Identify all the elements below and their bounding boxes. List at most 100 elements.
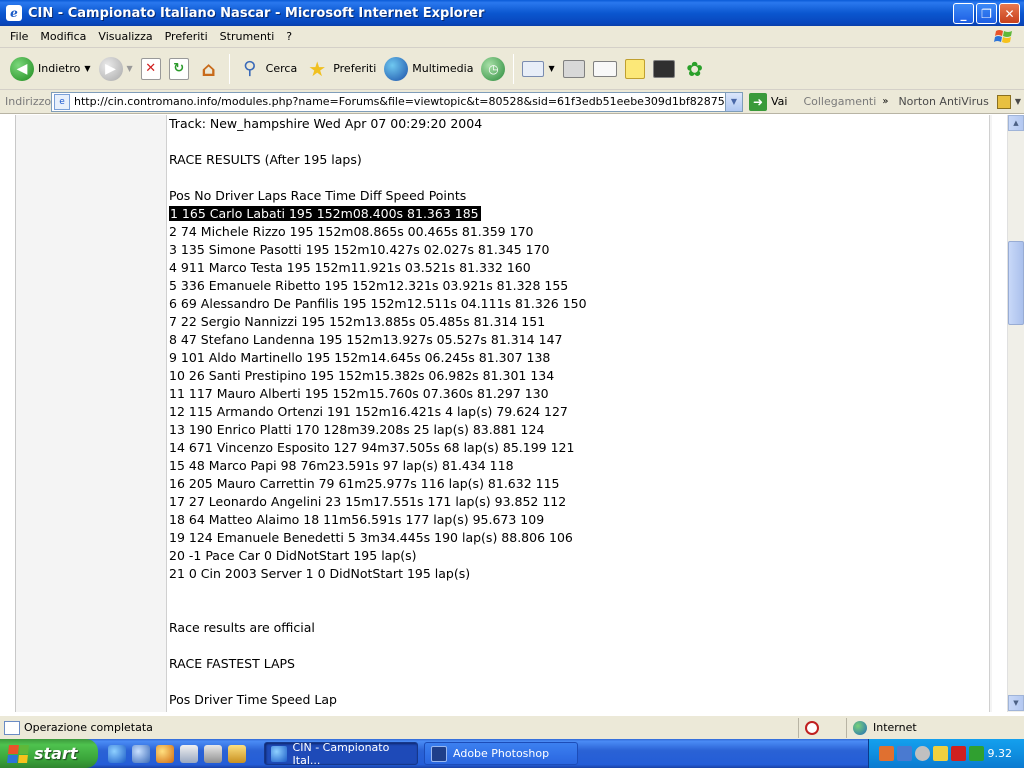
post-line: 11 117 Mauro Alberti 195 152m15.760s 07.… — [169, 385, 969, 403]
stop-icon: ✕ — [140, 57, 161, 80]
post-line-text: 4 911 Marco Testa 195 152m11.921s 03.521… — [169, 260, 531, 275]
search-icon: ⚲ — [243, 58, 257, 79]
scroll-down-button[interactable]: ▼ — [1008, 695, 1024, 711]
links-button[interactable]: Collegamenti — [803, 95, 876, 108]
post-line-text: Race results are official — [169, 620, 315, 635]
tray-disk-icon[interactable] — [915, 746, 930, 761]
page-content: Track: New_hampshire Wed Apr 07 00:29:20… — [0, 115, 1007, 712]
menu-help[interactable]: ? — [280, 30, 298, 43]
start-button[interactable]: start — [0, 739, 98, 768]
post-line: 21 0 Cin 2003 Server 1 0 DidNotStart 195… — [169, 565, 969, 583]
norton-label: Norton AntiVirus — [898, 95, 989, 108]
chevron-right-icon[interactable]: » — [882, 96, 888, 107]
forward-dropdown-icon[interactable]: ▼ — [127, 64, 133, 73]
address-label: Indirizzo — [5, 95, 52, 108]
post-line-text: 12 115 Armando Ortenzi 191 152m16.421s 4… — [169, 404, 568, 419]
post-line: Pos No Driver Laps Race Time Diff Speed … — [169, 187, 969, 205]
show-desktop-quicklaunch-icon[interactable] — [180, 744, 198, 763]
post-line — [169, 583, 969, 601]
menu-visualizza[interactable]: Visualizza — [92, 30, 158, 43]
network-quicklaunch-icon[interactable] — [204, 744, 222, 763]
menu-preferiti[interactable]: Preferiti — [159, 30, 214, 43]
edit-button[interactable] — [589, 51, 621, 87]
page-icon: e — [54, 93, 70, 110]
tray-network-icon[interactable] — [897, 746, 912, 761]
post-line-text: 21 0 Cin 2003 Server 1 0 DidNotStart 195… — [169, 566, 471, 581]
post-line-text: 19 124 Emanuele Benedetti 5 3m34.445s 19… — [169, 530, 573, 545]
back-dropdown-icon[interactable]: ▼ — [84, 64, 90, 73]
scroll-thumb[interactable] — [1008, 241, 1024, 325]
address-dropdown-icon[interactable]: ▼ — [725, 92, 742, 111]
post-line: 13 190 Enrico Platti 170 128m39.208s 25 … — [169, 421, 969, 439]
title-bar: e CIN - Campionato Italiano Nascar - Mic… — [0, 0, 1024, 26]
mail-button[interactable]: ▼ — [518, 51, 558, 87]
post-line-text: 11 117 Mauro Alberti 195 152m15.760s 07.… — [169, 386, 549, 401]
outlook-quicklaunch-icon[interactable] — [132, 744, 150, 763]
post-line — [169, 637, 969, 655]
tray-app-icon[interactable] — [879, 746, 894, 761]
internet-globe-icon — [853, 720, 867, 735]
refresh-button[interactable]: ↻ — [165, 51, 193, 87]
post-line: 8 47 Stefano Landenna 195 152m13.927s 05… — [169, 331, 969, 349]
back-arrow-icon: ◀ — [10, 56, 34, 81]
tray-battery-icon[interactable] — [969, 746, 984, 761]
task-label: CIN - Campionato Ital... — [292, 740, 390, 767]
go-arrow-icon: ➜ — [749, 92, 767, 111]
favorites-button[interactable]: ★ Preferiti — [301, 51, 380, 87]
post-line-text: Pos No Driver Laps Race Time Diff Speed … — [169, 188, 467, 203]
window-controls: _ ❐ ✕ — [953, 3, 1020, 24]
icq-flower-icon: ✿ — [686, 56, 703, 81]
maximize-button[interactable]: ❐ — [976, 3, 997, 24]
back-button[interactable]: ◀ Indietro ▼ — [6, 51, 95, 87]
norton-dropdown-icon[interactable]: ▼ — [1015, 97, 1021, 106]
post-line: 1 165 Carlo Labati 195 152m08.400s 81.36… — [169, 205, 969, 223]
go-button[interactable]: ➜ Vai — [749, 92, 787, 111]
privacy-icon[interactable] — [805, 720, 819, 735]
media-label: Multimedia — [412, 62, 474, 75]
vertical-scrollbar[interactable]: ▲ ▼ — [1007, 115, 1024, 712]
post-line: Track: New_hampshire Wed Apr 07 00:29:20… — [169, 115, 969, 133]
minimize-button[interactable]: _ — [953, 3, 974, 24]
post-line-text: Track: New_hampshire Wed Apr 07 00:29:20… — [169, 116, 483, 131]
media-button[interactable]: Multimedia — [380, 51, 477, 87]
scroll-up-button[interactable]: ▲ — [1008, 115, 1024, 131]
search-button[interactable]: ⚲ Cerca — [234, 51, 302, 87]
messenger-button[interactable] — [649, 51, 679, 87]
address-url[interactable]: http://cin.contromano.info/modules.php?n… — [74, 95, 725, 108]
menu-file[interactable]: File — [4, 30, 34, 43]
post-line: 2 74 Michele Rizzo 195 152m08.865s 00.46… — [169, 223, 969, 241]
print-button[interactable] — [559, 51, 589, 87]
close-button[interactable]: ✕ — [999, 3, 1020, 24]
clock[interactable]: 9.32 — [988, 747, 1013, 760]
post-line: 17 27 Leonardo Angelini 23 15m17.551s 17… — [169, 493, 969, 511]
stop-button[interactable]: ✕ — [137, 51, 165, 87]
discuss-button[interactable] — [621, 51, 649, 87]
home-button[interactable]: ⌂ — [193, 51, 225, 87]
media-player-quicklaunch-icon[interactable] — [156, 744, 174, 763]
post-line: RACE FASTEST LAPS — [169, 655, 969, 673]
address-field[interactable]: e http://cin.contromano.info/modules.php… — [51, 91, 743, 112]
left-margin — [0, 115, 16, 712]
menu-modifica[interactable]: Modifica — [34, 30, 92, 43]
icq-button[interactable]: ✿ — [679, 51, 711, 87]
history-button[interactable]: ◷ — [477, 51, 509, 87]
norton-icon — [996, 94, 1011, 109]
forward-button[interactable]: ▶ ▼ — [95, 51, 137, 87]
tray-norton-icon[interactable] — [933, 746, 948, 761]
post-line-text: Pos Driver Time Speed Lap — [169, 692, 337, 707]
system-tray: 9.32 — [868, 739, 1024, 768]
search-label: Cerca — [265, 62, 298, 75]
norton-antivirus-button[interactable]: Norton AntiVirus ▼ — [898, 94, 1021, 109]
tray-winamp-icon[interactable] — [951, 746, 966, 761]
ie-quicklaunch-icon[interactable] — [108, 744, 126, 763]
edit-icon — [592, 60, 617, 77]
taskbar-item-photoshop[interactable]: Adobe Photoshop — [424, 742, 578, 765]
toolbar-separator — [513, 53, 515, 84]
tool-quicklaunch-icon[interactable] — [228, 744, 246, 763]
menu-strumenti[interactable]: Strumenti — [214, 30, 281, 43]
zone-label: Internet — [873, 721, 917, 734]
taskbar-item-ie[interactable]: CIN - Campionato Ital... — [264, 740, 418, 767]
forum-post-body: Track: New_hampshire Wed Apr 07 00:29:20… — [169, 115, 969, 709]
favorites-label: Preferiti — [333, 62, 377, 75]
mail-dropdown-icon[interactable]: ▼ — [548, 64, 554, 73]
